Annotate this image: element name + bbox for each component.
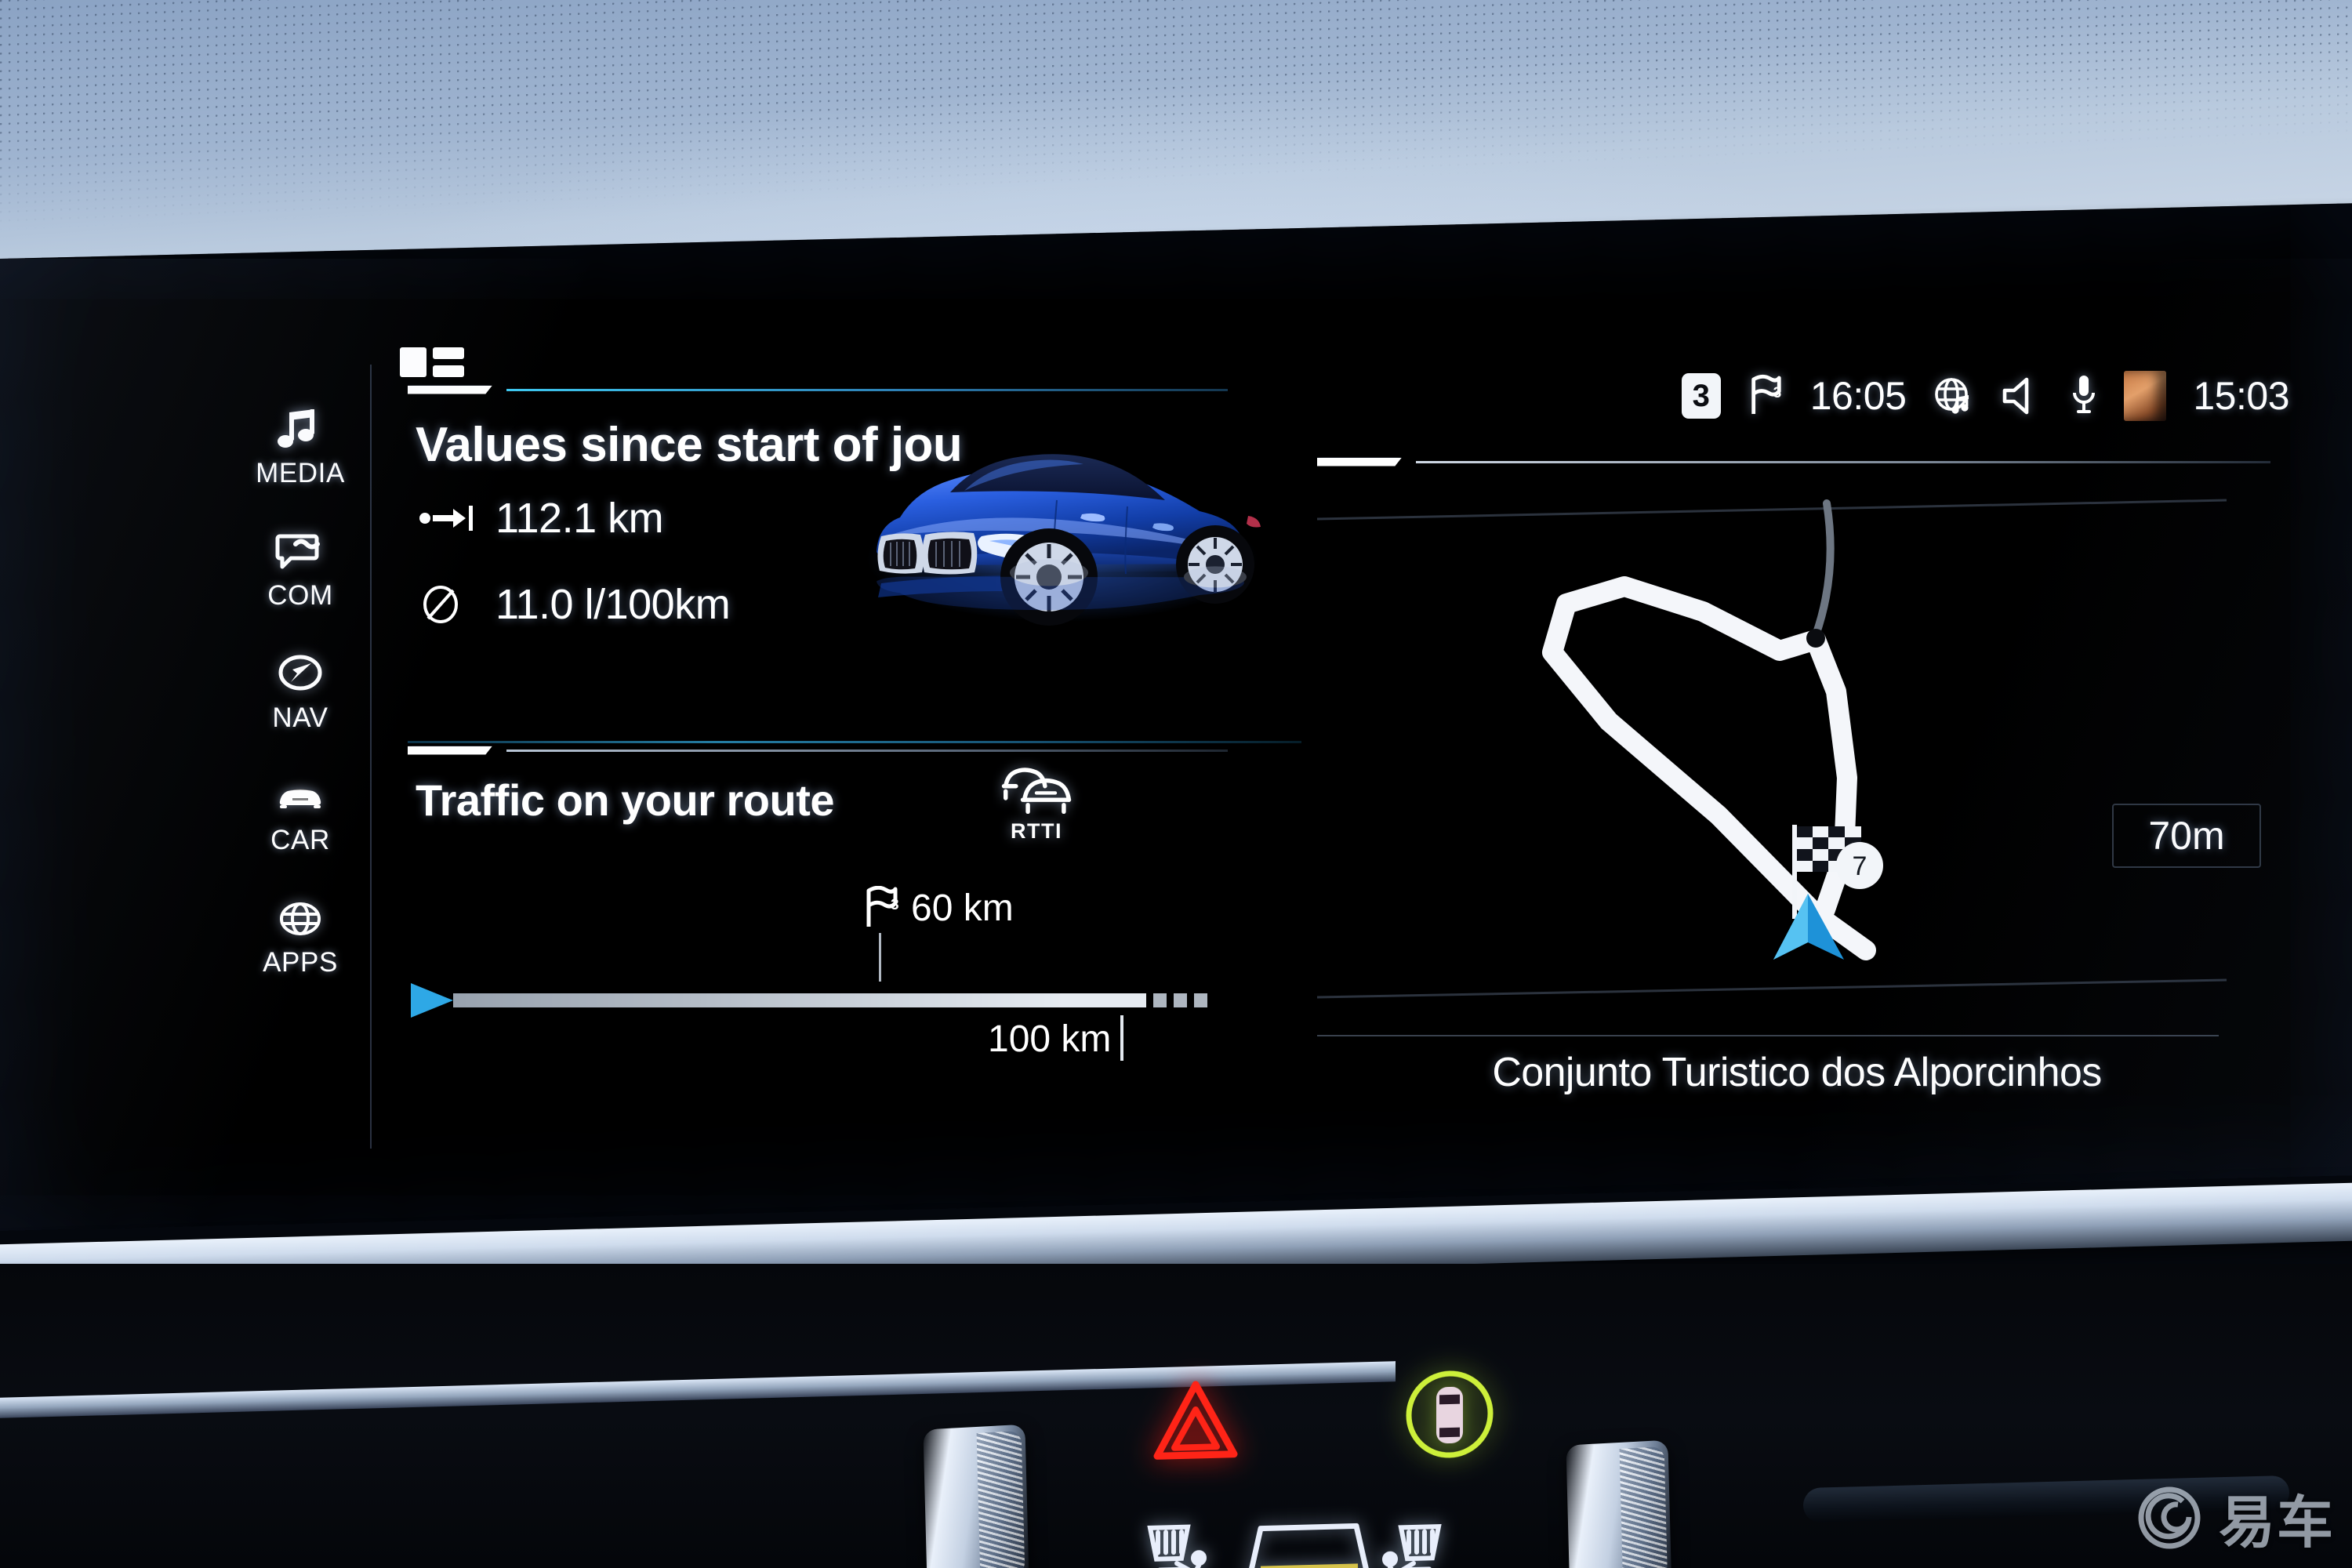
rtti-label: RTTI [1011, 818, 1062, 843]
traffic-marker-stem [879, 933, 881, 982]
seat-heating-left-icon[interactable] [1141, 1512, 1213, 1568]
volume-icon[interactable] [2000, 376, 2044, 416]
map-divider [1317, 1035, 2219, 1036]
clock: 15:03 [2193, 374, 2289, 418]
phone-chat-icon [275, 530, 325, 574]
tile-rule-line [506, 749, 1228, 752]
destination-flag-icon: 3 [1748, 374, 1784, 418]
microphone-icon[interactable] [2071, 374, 2097, 418]
current-position-arrow-icon [408, 980, 456, 1021]
vehicle-info-pane: Values since start of jou 112.1 km 11.0 … [400, 347, 1301, 1160]
trip-distance-icon [419, 498, 477, 539]
map-scale-box: 70m [2112, 804, 2261, 868]
dashboard-scene: MEDIA COM NAV CAR APPS Values since star… [0, 0, 2352, 1568]
sidebar-item-media[interactable]: MEDIA [238, 408, 363, 489]
rtti-indicator: RTTI [999, 760, 1074, 844]
sidebar-item-label: COM [267, 580, 333, 611]
split-screen-layout-icon[interactable] [400, 341, 466, 387]
online-media-icon[interactable] [1933, 376, 1973, 416]
console-control-knob-left[interactable] [923, 1424, 1029, 1568]
traffic-jam-icon [999, 768, 1074, 817]
sidebar-item-label: MEDIA [256, 458, 345, 488]
sidebar-item-label: CAR [270, 825, 330, 855]
map-scale-value: 70m [2148, 814, 2225, 858]
sidebar-item-com[interactable]: COM [238, 530, 363, 612]
svg-text:7: 7 [1853, 851, 1867, 881]
route-range-tick [1120, 1015, 1124, 1061]
route-range-label: 100 km [988, 1015, 1124, 1061]
traffic-tile[interactable]: Traffic on your route RTTI 3 60 km 100 k… [408, 745, 1301, 1074]
tile-rule-line [506, 388, 1228, 391]
map-place-name: Conjunto Turistico dos Alporcinhos [1492, 1050, 2102, 1095]
main-menu-sidebar[interactable]: MEDIA COM NAV CAR APPS [230, 365, 372, 1149]
sidebar-item-label: NAV [272, 702, 328, 733]
destination-flag-icon: 3 [862, 885, 900, 930]
trip-distance-row: 112.1 km [419, 494, 663, 543]
bmw-3-series-sedan-blue [847, 398, 1270, 657]
gear-indicator: 3 [1681, 373, 1721, 419]
sidebar-item-apps[interactable]: APPS [238, 897, 363, 978]
tile-separator [408, 741, 1301, 743]
album-art-thumbnail[interactable] [2124, 371, 2167, 421]
average-consumption-row: 11.0 l/100km [419, 580, 730, 629]
map-view[interactable]: 7 [1317, 486, 2289, 1019]
map-rule-tab [1317, 458, 1402, 466]
tile-accent-rule [408, 745, 1228, 756]
sidebar-item-nav[interactable]: NAV [238, 652, 363, 734]
eta-time: 16:05 [1809, 374, 1907, 418]
console-control-knob-right[interactable] [1566, 1439, 1672, 1568]
route-progress-track [453, 993, 1146, 1007]
yiche-logo-icon [2136, 1484, 2203, 1552]
hazard-warning-triangle-icon[interactable] [1152, 1379, 1239, 1468]
tile-accent-rule [408, 384, 1228, 395]
watermark-text: 易车 [2218, 1492, 2335, 1555]
traffic-marker-distance: 60 km [911, 887, 1014, 929]
traffic-marker: 3 60 km [862, 885, 1014, 930]
tile-rule-tab [408, 386, 492, 394]
music-note-icon [275, 408, 325, 452]
trip-distance-value: 112.1 km [495, 495, 664, 542]
average-consumption-icon [419, 584, 477, 625]
svg-text:3: 3 [1773, 385, 1781, 401]
rear-defrost-icon[interactable] [1247, 1512, 1372, 1568]
navigation-pane: 3 3 16:05 15:03 7 70m Conjunto Turistico… [1317, 353, 2289, 1160]
average-consumption-value: 11.0 l/100km [495, 581, 731, 628]
route-progress-dashes [1153, 993, 1207, 1007]
sidebar-item-label: APPS [263, 947, 338, 978]
traffic-tile-title: Traffic on your route [416, 775, 834, 825]
sidebar-item-car[interactable]: CAR [238, 775, 363, 856]
values-since-start-tile[interactable]: Values since start of jou 112.1 km 11.0 … [408, 384, 1301, 743]
navigation-compass-icon [275, 652, 325, 696]
car-front-icon [275, 775, 325, 818]
status-bar: 3 3 16:05 15:03 [1317, 353, 2289, 439]
eta-flag-group: 3 [1748, 374, 1784, 418]
infotainment-display[interactable]: MEDIA COM NAV CAR APPS Values since star… [0, 203, 2352, 1232]
map-rule-line [1416, 460, 2270, 463]
route-range-value: 100 km [988, 1018, 1112, 1060]
watermark: 易车 [2136, 1476, 2335, 1559]
tile-rule-tab [408, 746, 492, 755]
map-accent-rule [1317, 456, 2270, 467]
seat-heating-right-icon[interactable] [1376, 1512, 1448, 1568]
svg-text:3: 3 [891, 897, 899, 913]
globe-apps-icon [275, 897, 325, 941]
parking-sensors-icon[interactable] [1403, 1367, 1496, 1461]
